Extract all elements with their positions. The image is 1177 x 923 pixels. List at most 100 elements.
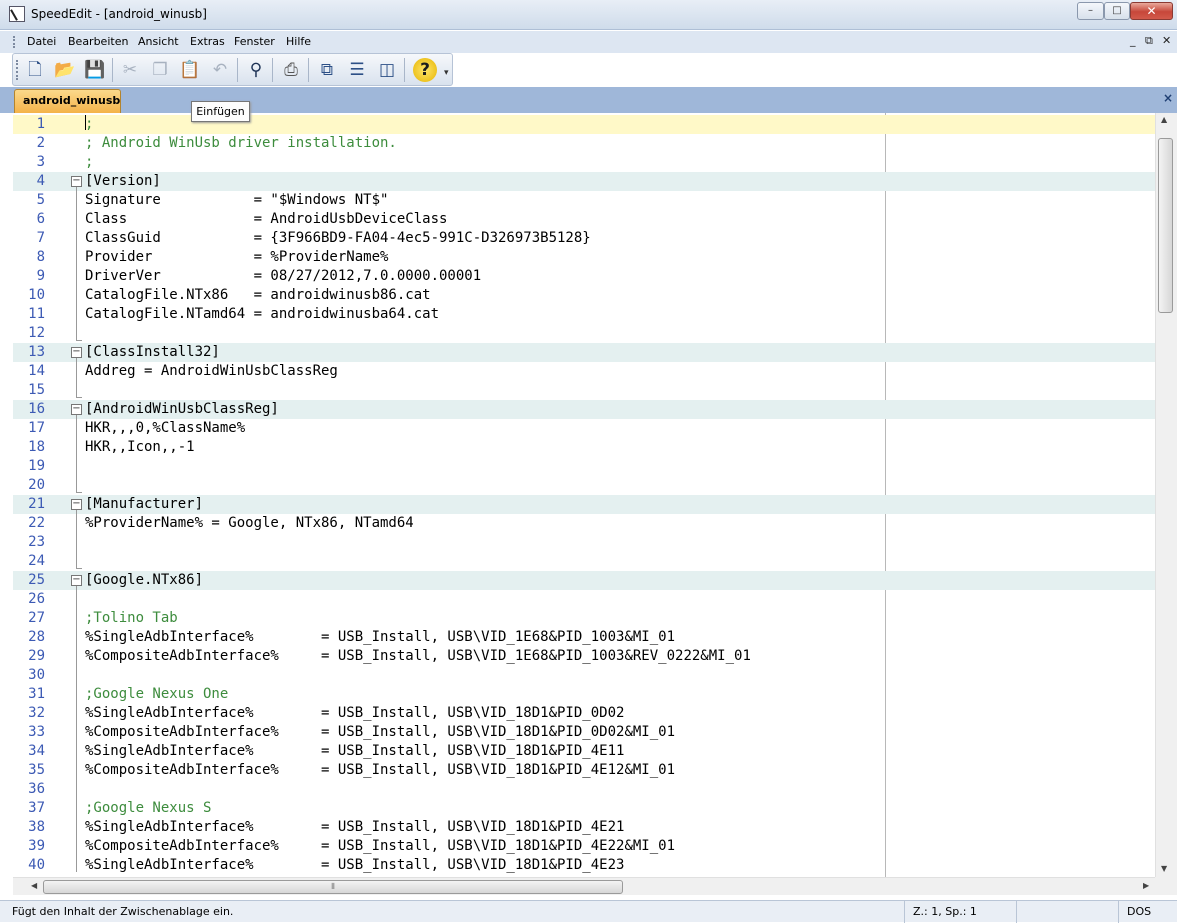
editor-line[interactable]: 4 [Version] − [13, 172, 1155, 191]
windows-cascade-icon[interactable]: ⧉ [315, 58, 339, 82]
cut-icon[interactable]: ✂ [118, 58, 142, 82]
editor-line[interactable]: 20 [13, 476, 1155, 495]
editor-line[interactable]: 5 Signature = "$Windows NT$" [13, 191, 1155, 210]
code-text[interactable]: HKR,,,0,%ClassName% [85, 419, 245, 438]
section-header-text[interactable]: [Manufacturer] [85, 495, 203, 514]
editor-line[interactable]: 40 %SingleAdbInterface% = USB_Install, US… [13, 856, 1155, 875]
comment-text[interactable]: ; Android WinUsb driver installation. [85, 134, 397, 153]
code-editor[interactable]: 1; 2; Android WinUsb driver installation.… [13, 113, 1155, 877]
editor-line[interactable]: 32 %SingleAdbInterface% = USB_Install, US… [13, 704, 1155, 723]
editor-line[interactable]: 21 [Manufacturer] − [13, 495, 1155, 514]
editor-line[interactable]: 13 [ClassInstall32] − [13, 343, 1155, 362]
comment-text[interactable]: ;Google Nexus One [85, 685, 228, 704]
editor-line[interactable]: 1; [13, 115, 1155, 134]
mdi-restore-button[interactable]: ⧉ [1145, 34, 1153, 48]
comment-text[interactable]: ;Tolino Tab [85, 609, 178, 628]
fold-collapse-icon[interactable]: − [71, 499, 82, 510]
menu-ansicht[interactable]: Ansicht [138, 35, 179, 48]
editor-line[interactable]: 18 HKR,,Icon,,-1 [13, 438, 1155, 457]
undo-icon[interactable]: ↶ [208, 58, 232, 82]
menu-hilfe[interactable]: Hilfe [286, 35, 311, 48]
print-icon[interactable]: ⎙ [279, 58, 303, 82]
split-horizontal-icon[interactable]: ☰ [345, 58, 369, 82]
editor-line[interactable]: 11 CatalogFile.NTamd64 = androidwinusba64… [13, 305, 1155, 324]
editor-line[interactable]: 35 %CompositeAdbInterface% = USB_Install,… [13, 761, 1155, 780]
code-text[interactable]: %CompositeAdbInterface% = USB_Install, U… [85, 837, 675, 856]
editor-line[interactable]: 29 %CompositeAdbInterface% = USB_Install,… [13, 647, 1155, 666]
mdi-close-button[interactable]: ✕ [1162, 34, 1171, 47]
code-text[interactable]: CatalogFile.NTamd64 = androidwinusba64.c… [85, 305, 439, 324]
code-text[interactable]: %SingleAdbInterface% = USB_Install, USB\… [85, 818, 624, 837]
editor-line[interactable]: 26 [13, 590, 1155, 609]
editor-line[interactable]: 14 Addreg = AndroidWinUsbClassReg [13, 362, 1155, 381]
close-tab-icon[interactable]: × [1163, 91, 1173, 105]
editor-line[interactable]: 22 %ProviderName% = Google, NTx86, NTamd6… [13, 514, 1155, 533]
editor-line[interactable]: 27 ;Tolino Tab [13, 609, 1155, 628]
editor-line[interactable]: 28 %SingleAdbInterface% = USB_Install, US… [13, 628, 1155, 647]
editor-line[interactable]: 16 [AndroidWinUsbClassReg] − [13, 400, 1155, 419]
editor-line[interactable]: 31 ;Google Nexus One [13, 685, 1155, 704]
editor-line[interactable]: 23 [13, 533, 1155, 552]
tab-android-winusb[interactable]: android_winusb [14, 89, 121, 113]
code-text[interactable]: %CompositeAdbInterface% = USB_Install, U… [85, 647, 751, 666]
code-text[interactable]: %SingleAdbInterface% = USB_Install, USB\… [85, 628, 675, 647]
find-binoculars-icon[interactable]: ⚲ [244, 58, 268, 82]
split-vertical-icon[interactable]: ◫ [375, 58, 399, 82]
editor-line[interactable]: 33 %CompositeAdbInterface% = USB_Install,… [13, 723, 1155, 742]
fold-collapse-icon[interactable]: − [71, 176, 82, 187]
menu-bearbeiten[interactable]: Bearbeiten [68, 35, 128, 48]
editor-line[interactable]: 38 %SingleAdbInterface% = USB_Install, US… [13, 818, 1155, 837]
editor-line[interactable]: 3; [13, 153, 1155, 172]
vertical-scroll-thumb[interactable] [1158, 138, 1173, 313]
scroll-right-icon[interactable]: ▶ [1143, 881, 1149, 890]
close-window-button[interactable]: ✕ [1130, 2, 1173, 20]
section-header-text[interactable]: [ClassInstall32] [85, 343, 220, 362]
code-text[interactable]: %SingleAdbInterface% = USB_Install, USB\… [85, 742, 624, 761]
editor-line[interactable]: 37 ;Google Nexus S [13, 799, 1155, 818]
section-header-text[interactable]: [Version] [85, 172, 161, 191]
editor-line[interactable]: 36 [13, 780, 1155, 799]
code-text[interactable]: HKR,,Icon,,-1 [85, 438, 195, 457]
paste-icon[interactable]: 📋 [178, 58, 202, 82]
vertical-scrollbar[interactable]: ▲ ▼ [1155, 113, 1177, 877]
scroll-up-icon[interactable]: ▲ [1161, 115, 1167, 124]
editor-line[interactable]: 39 %CompositeAdbInterface% = USB_Install,… [13, 837, 1155, 856]
new-file-icon[interactable]: 🗋 [23, 58, 47, 82]
minimize-button[interactable]: – [1077, 2, 1104, 20]
fold-collapse-icon[interactable]: − [71, 347, 82, 358]
section-header-text[interactable]: [Google.NTx86] [85, 571, 203, 590]
code-text[interactable]: %ProviderName% = Google, NTx86, NTamd64 [85, 514, 414, 533]
menu-fenster[interactable]: Fenster [234, 35, 275, 48]
code-text[interactable]: %SingleAdbInterface% = USB_Install, USB\… [85, 856, 624, 875]
menu-datei[interactable]: Datei [27, 35, 56, 48]
editor-line[interactable]: 10 CatalogFile.NTx86 = androidwinusb86.ca… [13, 286, 1155, 305]
editor-line[interactable]: 25 [Google.NTx86] − [13, 571, 1155, 590]
code-text[interactable]: ClassGuid = {3F966BD9-FA04-4ec5-991C-D32… [85, 229, 591, 248]
editor-line[interactable]: 7 ClassGuid = {3F966BD9-FA04-4ec5-991C-D3… [13, 229, 1155, 248]
editor-line[interactable]: 19 [13, 457, 1155, 476]
fold-collapse-icon[interactable]: − [71, 575, 82, 586]
maximize-button[interactable]: □ [1104, 2, 1130, 20]
section-header-text[interactable]: [AndroidWinUsbClassReg] [85, 400, 279, 419]
toolbar-overflow-icon[interactable]: ▾ [444, 68, 449, 78]
code-text[interactable]: %CompositeAdbInterface% = USB_Install, U… [85, 723, 675, 742]
editor-line[interactable]: 15 [13, 381, 1155, 400]
editor-line[interactable]: 2 ; Android WinUsb driver installation. [13, 134, 1155, 153]
save-disk-icon[interactable]: 💾 [83, 58, 107, 82]
code-text[interactable]: DriverVer = 08/27/2012,7.0.0000.00001 [85, 267, 481, 286]
menu-extras[interactable]: Extras [190, 35, 225, 48]
scroll-down-icon[interactable]: ▼ [1161, 864, 1167, 873]
editor-line[interactable]: 34 %SingleAdbInterface% = USB_Install, US… [13, 742, 1155, 761]
editor-line[interactable]: 17 HKR,,,0,%ClassName% [13, 419, 1155, 438]
horizontal-scrollbar[interactable]: ◀ ⦀ ▶ [13, 877, 1155, 895]
open-folder-icon[interactable]: 📂 [53, 58, 77, 82]
mdi-minimize-button[interactable]: _ [1130, 34, 1136, 47]
copy-icon[interactable]: ❐ [148, 58, 172, 82]
comment-text[interactable]: ;Google Nexus S [85, 799, 211, 818]
editor-line[interactable]: 12 [13, 324, 1155, 343]
editor-line[interactable]: 24 [13, 552, 1155, 571]
code-text[interactable]: Provider = %ProviderName% [85, 248, 388, 267]
help-icon[interactable]: ? [413, 58, 437, 82]
code-text[interactable]: Class = AndroidUsbDeviceClass [85, 210, 447, 229]
code-text[interactable]: %SingleAdbInterface% = USB_Install, USB\… [85, 704, 624, 723]
